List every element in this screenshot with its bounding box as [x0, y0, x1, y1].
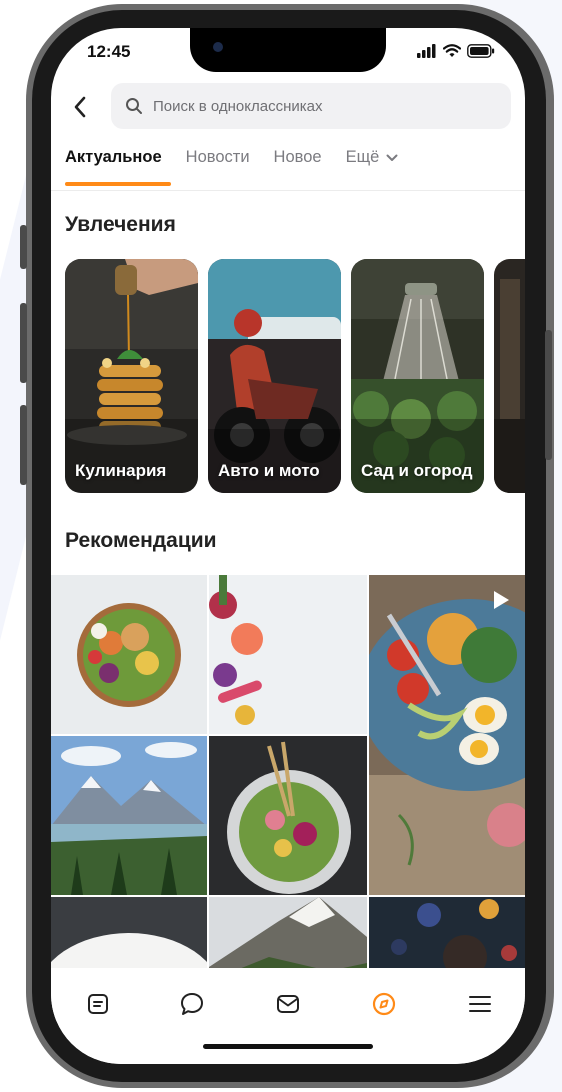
mountain-lake-image	[51, 736, 207, 895]
chevron-down-icon	[386, 154, 398, 161]
tile-plate-video[interactable]	[369, 575, 525, 895]
motorcycle-image	[208, 259, 341, 493]
tile-fruits[interactable]	[209, 575, 367, 734]
hobby-card-cooking[interactable]: Кулинария	[65, 259, 198, 493]
power-button	[545, 330, 552, 460]
messages-icon	[277, 995, 299, 1013]
tab-label: Ещё	[345, 148, 380, 166]
garden-watering-image	[351, 259, 484, 493]
tab-label: Новое	[273, 148, 322, 166]
nav-feed[interactable]	[78, 984, 118, 1024]
nav-messages[interactable]	[268, 984, 308, 1024]
app-screen: 12:45 Поиск в одноклассниках Актуальное …	[51, 28, 525, 1064]
mute-switch	[20, 225, 27, 269]
explore-icon	[372, 992, 396, 1016]
salad-plate-image	[209, 736, 367, 895]
signal-icon	[417, 44, 436, 58]
salad-bowl-image	[51, 575, 207, 734]
tile-salad-plate[interactable]	[209, 736, 367, 895]
tab-news[interactable]: Новости	[186, 148, 250, 188]
tab-label: Новости	[185, 148, 250, 166]
hobby-card-auto-moto[interactable]: Авто и мото	[208, 259, 341, 493]
discussions-icon	[181, 993, 203, 1015]
plate-with-eggs-image	[369, 575, 525, 895]
wifi-icon	[443, 44, 461, 57]
status-time: 12:45	[87, 42, 131, 61]
tile-salad-bowl[interactable]	[51, 575, 207, 734]
tabs-divider	[51, 190, 525, 191]
hobby-card-garden[interactable]: Сад и огород	[351, 259, 484, 493]
hobby-card-partial[interactable]	[494, 259, 525, 493]
nav-menu[interactable]	[460, 984, 500, 1024]
search-input[interactable]	[153, 97, 473, 115]
tab-label: Актуальное	[65, 148, 162, 166]
status-icons	[417, 44, 495, 58]
tab-more[interactable]: Ещё	[346, 148, 398, 188]
hobby-label: Кулинария	[75, 461, 167, 480]
battery-icon	[467, 44, 495, 58]
recommendations-grid	[51, 575, 525, 995]
menu-icon	[469, 996, 491, 1012]
bottom-navigation	[51, 968, 525, 1064]
search-icon	[126, 98, 142, 114]
active-tab-indicator	[65, 182, 171, 186]
feed-icon	[88, 994, 108, 1014]
tab-new[interactable]: Новое	[274, 148, 322, 188]
tab-bar: Актуальное Новости Новое Ещё	[65, 148, 398, 188]
hobby-label: Авто и мото	[218, 461, 320, 480]
pancakes-image	[65, 259, 198, 493]
hobbies-carousel: Кулинария Авто и мото Сад и огород	[65, 259, 525, 493]
back-arrow-icon[interactable]	[67, 90, 93, 124]
header	[51, 80, 525, 136]
partial-card-image	[494, 259, 525, 493]
tab-actual[interactable]: Актуальное	[65, 148, 171, 188]
fruits-image	[209, 575, 367, 734]
nav-discussions[interactable]	[172, 984, 212, 1024]
home-indicator	[203, 1044, 373, 1049]
nav-explore[interactable]	[364, 984, 404, 1024]
tile-mountain-lake[interactable]	[51, 736, 207, 895]
hobby-label: Сад и огород	[361, 461, 473, 480]
search-bar[interactable]	[111, 83, 511, 129]
recommendations-title: Рекомендации	[65, 529, 217, 552]
volume-up-button	[20, 303, 27, 383]
front-camera	[213, 42, 223, 52]
volume-down-button	[20, 405, 27, 485]
hobbies-title: Увлечения	[65, 213, 176, 236]
play-icon	[494, 591, 509, 609]
